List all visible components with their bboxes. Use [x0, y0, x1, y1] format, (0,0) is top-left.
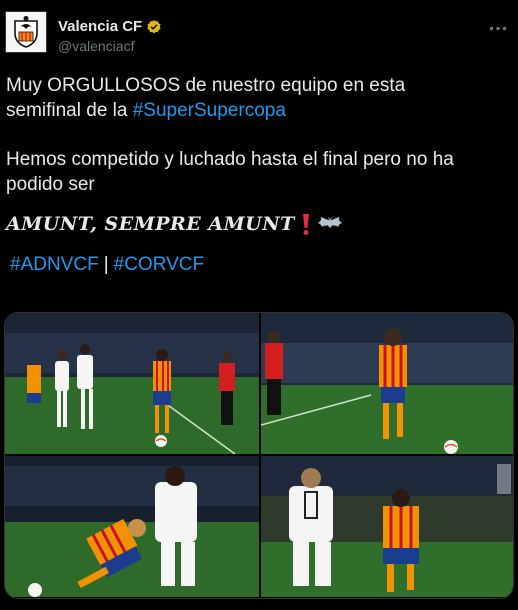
avatar[interactable] [5, 11, 47, 53]
photo-4[interactable] [261, 456, 513, 597]
motto-row: AMUNT, SEMPRE AMUNT [6, 208, 512, 240]
more-dots-icon [489, 26, 507, 30]
hashtag-supersupercopa[interactable]: #SuperSupercopa [133, 100, 286, 121]
photo-1[interactable] [5, 313, 259, 454]
tweet-line-2-text: semifinal de la [6, 100, 133, 121]
user-info: Valencia CF @valenciacf [58, 17, 162, 54]
hashtag-corvcf[interactable]: #CORVCF [114, 252, 204, 277]
tweet-line-1: Muy ORGULLOSOS de nuestro equipo en esta [6, 75, 406, 96]
tweet-header: Valencia CF @valenciacf [0, 0, 518, 66]
football-match-photo [5, 313, 259, 454]
football-match-photo [261, 456, 513, 597]
motto-text: AMUNT, SEMPRE AMUNT [6, 212, 295, 235]
bat-icon [316, 216, 343, 229]
photo-3[interactable] [5, 456, 259, 597]
verified-badge-icon [147, 19, 161, 33]
media-grid [4, 312, 514, 599]
valencia-crest-icon [14, 16, 38, 48]
tweet-body: Muy ORGULLOSOS de nuestro equipo en esta… [6, 73, 512, 277]
tweet-line-2: semifinal de la #SuperSupercopa [6, 98, 512, 123]
tweet-paragraph-2: Hemos competido y luchado hasta el final… [6, 149, 454, 195]
hashtag-adnvcf[interactable]: #ADNVCF [10, 252, 99, 277]
football-match-photo [261, 313, 513, 454]
football-match-photo [5, 456, 259, 597]
more-options-button[interactable] [486, 18, 510, 38]
photo-2[interactable] [261, 313, 513, 454]
hashtag-separator: | [103, 253, 109, 275]
hashtag-row: #ADNVCF | #CORVCF [6, 251, 512, 277]
display-name[interactable]: Valencia CF [58, 18, 142, 35]
heavy-exclamation-mark-icon [302, 214, 309, 235]
user-handle[interactable]: @valenciacf [58, 38, 162, 54]
